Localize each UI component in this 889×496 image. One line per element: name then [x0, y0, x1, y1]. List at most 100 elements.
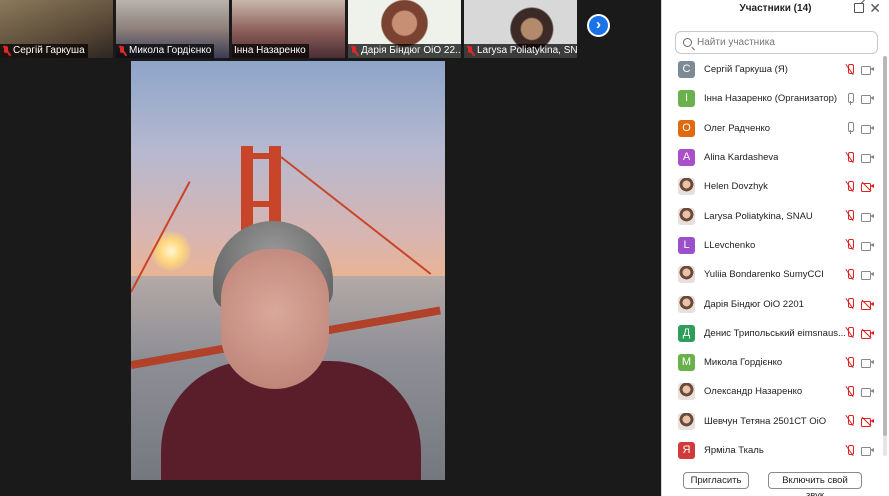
thumbnail-name: Микола Гордієнко [129, 45, 212, 56]
avatar: A [678, 149, 695, 167]
participant-name: Helen Dovzhyk [704, 181, 768, 193]
participant-row[interactable]: М Микола Гордієнко [662, 348, 889, 377]
camera-icon[interactable] [861, 212, 874, 222]
speaker-face [221, 249, 329, 389]
muted-mic-icon [118, 46, 127, 56]
participant-status-icons [845, 122, 874, 135]
avatar: І [678, 90, 695, 108]
video-thumbnail[interactable]: Дарія Біндюг ОіО 22... [348, 0, 461, 58]
participant-row[interactable]: Шевчун Тетяна 2501СТ ОіО [662, 407, 889, 436]
video-thumbnail[interactable]: Larysa Poliatykina, SN... [464, 0, 577, 58]
participant-status-icons [845, 327, 874, 339]
participant-status-icons [845, 268, 874, 281]
speaker-person [161, 221, 431, 480]
camera-off-icon[interactable] [861, 298, 874, 310]
search-input[interactable] [697, 37, 867, 48]
participant-status-icons [845, 151, 874, 164]
mic-muted-icon[interactable] [845, 415, 855, 427]
mic-muted-icon[interactable] [845, 356, 855, 369]
participant-name: Дарія Біндюг ОіО 2201 [704, 298, 804, 310]
participant-name: Шевчун Тетяна 2501СТ ОіО [704, 415, 827, 427]
participant-row[interactable]: О Олег Радченко [662, 114, 889, 143]
muted-mic-icon [466, 46, 475, 56]
mic-muted-icon[interactable] [845, 151, 855, 164]
participant-name: Сергій Гаркуша (Я) [704, 64, 788, 76]
participant-row[interactable]: Larysa Poliatykina, SNAU [662, 201, 889, 230]
avatar: М [678, 354, 695, 372]
camera-icon[interactable] [861, 358, 874, 369]
video-thumbnail[interactable]: Микола Гордієнко [116, 0, 229, 58]
panel-header: Участники (14) ✕ [662, 0, 889, 18]
participant-row[interactable]: Yuliia Bondarenko SumyCCI [662, 260, 889, 289]
camera-icon[interactable] [861, 270, 874, 281]
mic-muted-icon[interactable] [845, 239, 855, 251]
participant-row[interactable]: Дарія Біндюг ОіО 2201 [662, 289, 889, 318]
thumbnail-strip: Сергій Гаркуша Микола Гордієнко Інна Наз… [0, 0, 661, 58]
participant-name: Інна Назаренко (Организатор) [704, 93, 838, 105]
camera-off-icon[interactable] [861, 416, 874, 427]
muted-mic-icon [350, 46, 359, 56]
mic-icon[interactable] [845, 122, 855, 135]
participant-status-icons [845, 356, 874, 369]
close-icon[interactable]: ✕ [869, 0, 881, 16]
mic-muted-icon[interactable] [845, 210, 855, 222]
video-thumbnail[interactable]: Інна Назаренко [232, 0, 345, 58]
avatar: Я [678, 442, 695, 459]
avatar [678, 207, 695, 225]
participant-status-icons [845, 92, 874, 105]
camera-icon[interactable] [861, 241, 874, 251]
participant-row[interactable]: Д Денис Трипольський eimsnaus... [662, 319, 889, 348]
participant-row[interactable]: С Сергій Гаркуша (Я) [662, 55, 889, 84]
camera-icon[interactable] [861, 446, 874, 456]
participant-search[interactable] [675, 31, 878, 54]
participant-name: Yuliia Bondarenko SumyCCI [704, 269, 824, 281]
thumbnail-name: Дарія Біндюг ОіО 22... [361, 45, 461, 56]
camera-icon[interactable] [861, 124, 874, 134]
participant-status-icons [845, 298, 874, 310]
participant-row[interactable]: Helen Dovzhyk [662, 172, 889, 201]
participant-status-icons [845, 385, 874, 398]
mic-muted-icon[interactable] [845, 444, 855, 457]
camera-slash-mark [861, 416, 872, 427]
camera-off-icon[interactable] [861, 181, 874, 193]
participant-row[interactable]: Олександр Назаренко [662, 377, 889, 406]
participant-status-icons [845, 210, 874, 222]
participant-row[interactable]: A Alina Kardasheva [662, 143, 889, 172]
mic-muted-icon[interactable] [845, 180, 855, 193]
unmute-self-button[interactable]: Включить свой звук [768, 472, 862, 496]
camera-icon[interactable] [861, 387, 874, 398]
bridge-beam [241, 153, 281, 159]
participant-status-icons [845, 239, 874, 251]
camera-icon[interactable] [861, 65, 874, 76]
next-page-button[interactable]: › [587, 14, 610, 37]
mic-muted-icon[interactable] [845, 63, 855, 76]
mic-muted-icon[interactable] [845, 298, 855, 310]
mic-muted-icon[interactable] [845, 327, 855, 339]
participant-name: Олег Радченко [704, 122, 771, 134]
avatar [678, 178, 695, 196]
avatar: О [678, 119, 695, 137]
mic-muted-icon[interactable] [845, 268, 855, 281]
popout-icon[interactable] [854, 3, 864, 13]
invite-button[interactable]: Пригласить [683, 472, 749, 489]
thumbnail-name-tag: Сергій Гаркуша [0, 44, 88, 58]
video-thumbnail[interactable]: Сергій Гаркуша [0, 0, 113, 58]
thumbnail-name: Інна Назаренко [234, 45, 306, 56]
camera-icon[interactable] [861, 94, 874, 105]
participant-row[interactable]: Я Ярміла Ткаль [662, 436, 889, 463]
mic-muted-icon[interactable] [845, 385, 855, 398]
participant-row[interactable]: L LLevchenko [662, 231, 889, 260]
video-stage: Сергій Гаркуша Микола Гордієнко Інна Наз… [0, 0, 661, 496]
participant-status-icons [845, 63, 874, 76]
avatar: L [678, 236, 695, 254]
avatar [678, 412, 695, 430]
participant-name: Денис Трипольський eimsnaus... [704, 327, 846, 339]
thumbnail-name: Larysa Poliatykina, SN... [477, 45, 577, 56]
mic-icon[interactable] [845, 92, 855, 105]
participant-row[interactable]: І Інна Назаренко (Организатор) [662, 84, 889, 113]
camera-icon[interactable] [861, 153, 874, 164]
chevron-right-icon: › [596, 16, 601, 33]
scrollbar[interactable] [883, 56, 887, 456]
camera-off-icon[interactable] [861, 328, 874, 339]
active-speaker-video[interactable] [131, 61, 445, 480]
